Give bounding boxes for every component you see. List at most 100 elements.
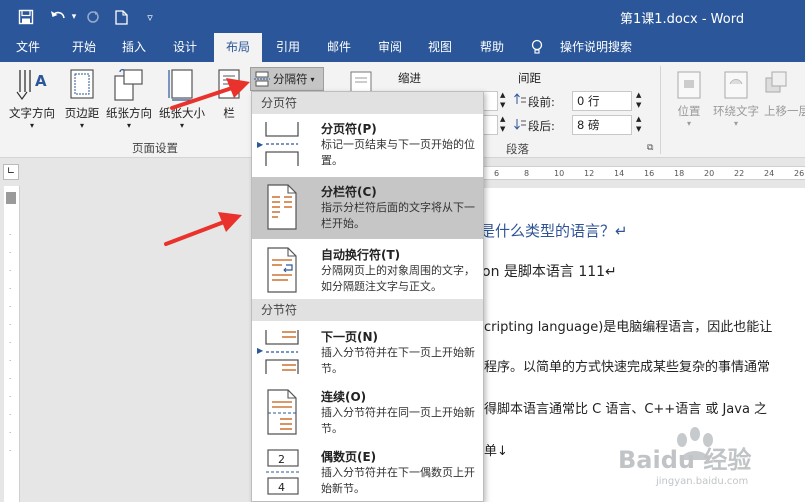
chevron-down-icon: ▾ xyxy=(686,119,691,128)
lightbulb-icon xyxy=(528,33,546,62)
tab-references[interactable]: 引用 xyxy=(266,33,310,62)
chevron-down-icon: ▾ xyxy=(79,121,84,130)
indent-left-input[interactable] xyxy=(484,91,498,111)
svg-text:A: A xyxy=(35,72,47,90)
spacing-after-label: 段后: xyxy=(528,119,555,133)
position-label: 位置 xyxy=(677,104,701,118)
tab-view[interactable]: 视图 xyxy=(418,33,462,62)
breaks-label: 分隔符 xyxy=(273,72,308,86)
tab-layout[interactable]: 布局 xyxy=(214,33,262,62)
ruler-number: 20 xyxy=(704,169,715,178)
tab-review[interactable]: 审阅 xyxy=(368,33,412,62)
bring-forward-button: 上移一层 xyxy=(764,70,805,130)
even-page-break-icon: 2 4 xyxy=(266,449,300,495)
doc-heading: 是什么类型的语言？↵ xyxy=(480,222,628,240)
indent-right-input[interactable] xyxy=(484,115,498,135)
spacing-before-input[interactable]: 0 行 xyxy=(572,91,632,111)
paper-size-icon xyxy=(168,69,193,101)
column-break-icon xyxy=(267,184,297,230)
margins-icon xyxy=(70,69,94,99)
ruler-number: 26 xyxy=(794,169,805,178)
text-wrapping-break-icon xyxy=(267,247,297,293)
margins-label: 页边距 xyxy=(64,106,100,120)
menu-item-desc: 指示分栏符后面的文字将从下一栏开始。 xyxy=(321,201,475,230)
customize-toolbar-icon[interactable]: ▿ xyxy=(140,7,160,27)
text-direction-icon: A xyxy=(16,70,47,101)
ruler-number: 18 xyxy=(674,169,685,178)
wrap-text-label: 环绕文字 xyxy=(713,104,759,118)
menu-item-text-wrapping-break[interactable]: 自动换行符(T) 分隔网页上的对象周围的文字，如分隔题注文字与正文。 xyxy=(252,240,483,302)
document-page[interactable]: 是什么类型的语言？↵ on 是脚本语言 111↵ cripting langua… xyxy=(480,188,805,502)
orientation-icon xyxy=(114,69,143,101)
position-icon xyxy=(677,71,701,99)
vertical-ruler[interactable]: · · · · · · · · · · · · · xyxy=(4,186,20,502)
orientation-label: 纸张方向 xyxy=(106,106,152,120)
indent-right-spinner[interactable]: ▲ ▼ xyxy=(500,114,505,134)
tab-mailings[interactable]: 邮件 xyxy=(317,33,361,62)
orientation-button[interactable]: 纸张方向 ▾ xyxy=(104,68,154,138)
wrap-text-button: 环绕文字 ▾ xyxy=(710,70,762,130)
bring-forward-icon xyxy=(765,71,787,93)
spacing-before-spinner[interactable]: ▲ ▼ xyxy=(636,90,641,110)
page-breaks-header: 分页符 xyxy=(252,92,483,114)
spacing-after-icon xyxy=(514,117,526,134)
text-direction-button[interactable]: A 文字方向 ▾ xyxy=(6,68,58,138)
svg-text:2: 2 xyxy=(278,453,285,466)
ribbon-tabs: 文件 开始 插入 设计 布局 引用 邮件 审阅 视图 帮助 操作说明搜索 xyxy=(0,33,805,62)
ruler-ticks: · · · · · · · · · · · · · xyxy=(9,231,12,455)
columns-label: 栏 xyxy=(223,106,235,120)
undo-icon[interactable] xyxy=(46,7,70,27)
tab-insert[interactable]: 插入 xyxy=(112,33,156,62)
breaks-button[interactable]: 分隔符 ▾ xyxy=(250,67,324,91)
menu-item-title: 自动换行符(T) xyxy=(321,248,401,262)
margins-button[interactable]: 页边距 ▾ xyxy=(60,68,104,138)
ruler-number: 14 xyxy=(614,169,625,178)
chevron-down-icon: ▾ xyxy=(310,74,315,84)
menu-item-continuous[interactable]: 连续(O) 插入分节符并在同一页上开始新节。 xyxy=(252,382,483,444)
spacing-label: 间距 xyxy=(518,71,541,85)
ruler-number: 6 xyxy=(494,169,500,178)
size-label: 纸张大小 xyxy=(159,106,205,120)
indent-left-spinner[interactable]: ▲ ▼ xyxy=(500,90,505,110)
columns-icon xyxy=(218,69,240,99)
doc-line: 程序。以简单的方式快速完成某些复杂的事情通常 xyxy=(484,360,771,375)
save-icon[interactable] xyxy=(14,7,38,27)
dialog-launcher-icon[interactable]: ⧉ xyxy=(647,143,653,153)
ruler-number: 16 xyxy=(644,169,655,178)
columns-button[interactable]: 栏 xyxy=(212,68,246,138)
tab-help[interactable]: 帮助 xyxy=(470,33,514,62)
tab-design[interactable]: 设计 xyxy=(163,33,207,62)
tab-file[interactable]: 文件 xyxy=(8,33,48,62)
menu-item-even-page[interactable]: 2 4 偶数页(E) 插入分节符并在下一偶数页上开始新节。 xyxy=(252,442,483,501)
new-document-icon[interactable] xyxy=(110,7,132,27)
menu-item-desc: 标记一页结束与下一页开始的位置。 xyxy=(321,138,475,167)
chevron-down-icon: ▾ xyxy=(179,121,184,130)
svg-text:4: 4 xyxy=(278,481,285,494)
menu-item-title: 下一页(N) xyxy=(321,330,379,344)
paragraph-group-label: 段落 xyxy=(506,142,529,156)
section-breaks-header: 分节符 xyxy=(252,299,483,321)
continuous-break-icon xyxy=(267,389,297,435)
spacing-after-input[interactable]: 8 磅 xyxy=(572,115,632,135)
horizontal-ruler[interactable]: 6 8 10 12 14 16 18 20 22 24 26 xyxy=(484,166,805,180)
tell-me-search[interactable]: 操作说明搜索 xyxy=(554,33,638,62)
size-button[interactable]: 纸张大小 ▾ xyxy=(156,68,208,138)
watermark-url: jingyan.baidu.com xyxy=(656,476,749,487)
spacing-before-label: 段前: xyxy=(528,95,555,109)
menu-item-title: 分页符(P) xyxy=(321,122,377,136)
ruler-number: 24 xyxy=(764,169,775,178)
menu-item-page-break[interactable]: ▶ 分页符(P) 标记一页结束与下一页开始的位置。 xyxy=(252,114,483,176)
menu-item-next-page[interactable]: ▶ 下一页(N) 插入分节符并在下一页上开始新节。 xyxy=(252,322,483,384)
spacing-after-spinner[interactable]: ▲ ▼ xyxy=(636,114,641,134)
undo-dropdown-icon[interactable]: ▾ xyxy=(68,7,80,27)
tab-home[interactable]: 开始 xyxy=(62,33,106,62)
ruler-number: 10 xyxy=(554,169,565,178)
title-bar: ▾ ▿ 第1课1.docx - Word xyxy=(0,0,805,33)
top-margin-marker xyxy=(6,192,16,204)
tab-selector[interactable]: ∟ xyxy=(3,164,19,180)
menu-item-column-break[interactable]: 分栏符(C) 指示分栏符后面的文字将从下一栏开始。 xyxy=(252,177,483,239)
spacing-before-icon xyxy=(514,93,526,110)
red-arrow-icon xyxy=(164,212,242,246)
ruler-number: 8 xyxy=(524,169,530,178)
page-break-icon xyxy=(265,122,299,166)
